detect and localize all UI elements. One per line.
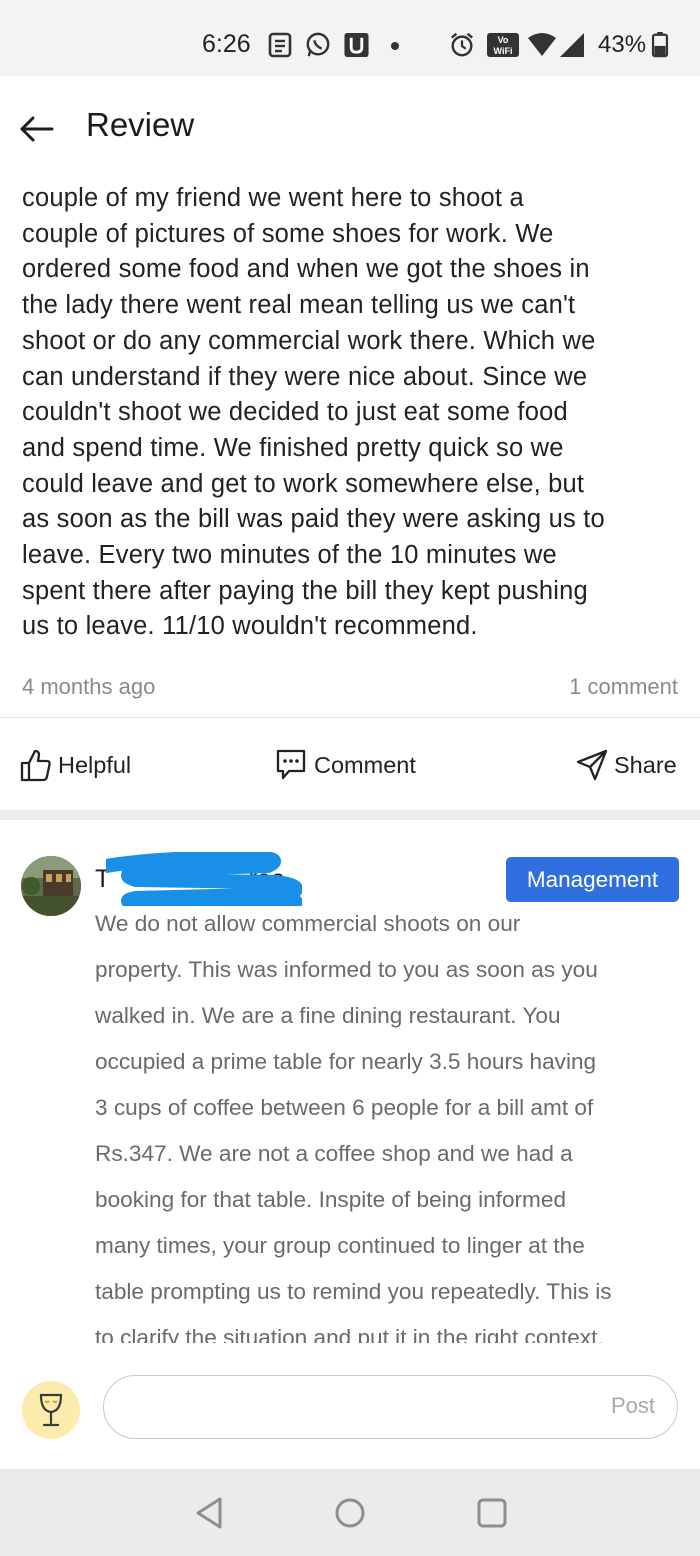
- management-badge: Management: [506, 857, 679, 902]
- reply-line: property. This was informed to you as so…: [95, 957, 598, 982]
- reply-line: occupied a prime table for nearly 3.5 ho…: [95, 1049, 597, 1074]
- avatar-image: [21, 856, 81, 916]
- reply-line: table prompting us to remind you repeate…: [95, 1279, 612, 1304]
- comment-bar: Post: [0, 1343, 700, 1469]
- comment-input-box[interactable]: Post: [103, 1375, 678, 1439]
- reply-line: 3 cups of coffee between 6 people for a …: [95, 1095, 594, 1120]
- reply-line: many times, your group continued to ling…: [95, 1233, 585, 1258]
- post-button[interactable]: Post: [611, 1393, 655, 1419]
- reply-line: to clarify the situation and put it in t…: [95, 1325, 604, 1343]
- reply-line: booking for that table. Inspite of being…: [95, 1187, 567, 1212]
- reply-line: We do not allow commercial shoots on our: [95, 911, 521, 936]
- user-level-badge[interactable]: [22, 1381, 80, 1439]
- reply-text: We do not allow commercial shoots on our…: [95, 901, 680, 1343]
- reply-line: Rs.347. We are not a coffee shop and we …: [95, 1141, 573, 1166]
- wine-glass-icon: [39, 1393, 63, 1427]
- recents-square-icon[interactable]: [474, 1495, 510, 1531]
- reply-section: T ree Management We do not allow commerc…: [0, 0, 700, 1343]
- restaurant-avatar[interactable]: [21, 856, 81, 916]
- back-triangle-icon[interactable]: [192, 1495, 228, 1531]
- home-circle-icon[interactable]: [332, 1495, 368, 1531]
- comment-input[interactable]: [126, 1376, 586, 1438]
- redaction-scribble: [106, 852, 302, 906]
- reply-line: walked in. We are a fine dining restaura…: [95, 1003, 561, 1028]
- system-nav-bar: [0, 1469, 700, 1556]
